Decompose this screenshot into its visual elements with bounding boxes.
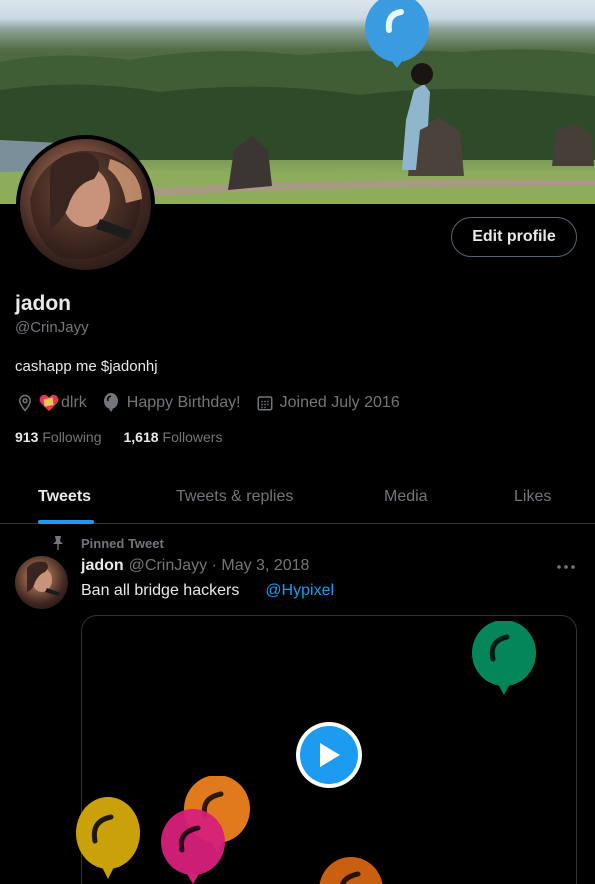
follow-counts: 913 Following 1,618 Followers	[15, 429, 244, 445]
followers-label: Followers	[162, 429, 223, 445]
following-count: 913	[15, 429, 39, 445]
profile-name: jadon	[15, 292, 71, 315]
play-button[interactable]	[296, 722, 362, 788]
followers-count: 1,618	[123, 429, 159, 445]
play-icon	[300, 726, 358, 784]
location-icon	[15, 393, 35, 413]
balloon-icon	[471, 620, 537, 704]
balloon-icon	[75, 797, 141, 884]
tweet-body: Ban all bridge hackers	[81, 582, 240, 599]
heart-emoji-icon	[39, 393, 59, 413]
tweet-mention[interactable]: @Hypixel	[265, 582, 334, 599]
balloon-icon	[101, 393, 121, 413]
tweet-header: jadon @CrinJayy · May 3, 2018	[81, 557, 309, 575]
more-icon[interactable]	[555, 558, 577, 576]
pinned-label: Pinned Tweet	[81, 535, 164, 551]
profile-meta: dlrk Happy Birthday! Joined July 2016	[15, 392, 414, 414]
balloon-icon	[318, 856, 384, 884]
tab-media[interactable]: Media	[384, 470, 428, 523]
pinned-label-row: Pinned Tweet	[50, 534, 164, 552]
calendar-icon	[255, 393, 275, 413]
tweet-text: Ban all bridge hackers @Hypixel	[81, 582, 334, 600]
birthday-item: Happy Birthday!	[101, 393, 241, 413]
profile-avatar[interactable]	[16, 135, 155, 274]
tweet-avatar[interactable]	[15, 556, 68, 609]
location-item: dlrk	[15, 393, 87, 413]
tweet-meta[interactable]: @CrinJayy · May 3, 2018	[129, 557, 310, 575]
active-tab-indicator	[38, 520, 94, 524]
following-link[interactable]: 913 Following	[15, 429, 102, 445]
tab-tweets[interactable]: Tweets	[38, 470, 91, 523]
profile-tabs: Tweets Tweets & replies Media Likes	[0, 470, 595, 524]
joined-item: Joined July 2016	[255, 393, 400, 413]
birthday-text: Happy Birthday!	[126, 394, 241, 411]
location-text: dlrk	[61, 394, 87, 411]
tweet-author-name[interactable]: jadon	[81, 557, 124, 575]
tab-tweets-replies[interactable]: Tweets & replies	[176, 470, 293, 523]
edit-profile-button[interactable]: Edit profile	[451, 217, 577, 257]
profile-bio: cashapp me $jadonhj	[15, 358, 158, 375]
profile-handle: @CrinJayy	[15, 319, 89, 336]
followers-link[interactable]: 1,618 Followers	[124, 429, 223, 445]
joined-text: Joined July 2016	[279, 394, 400, 411]
following-label: Following	[42, 429, 102, 445]
balloon-icon	[160, 808, 226, 884]
tab-likes[interactable]: Likes	[514, 470, 551, 523]
pin-icon	[50, 535, 66, 551]
